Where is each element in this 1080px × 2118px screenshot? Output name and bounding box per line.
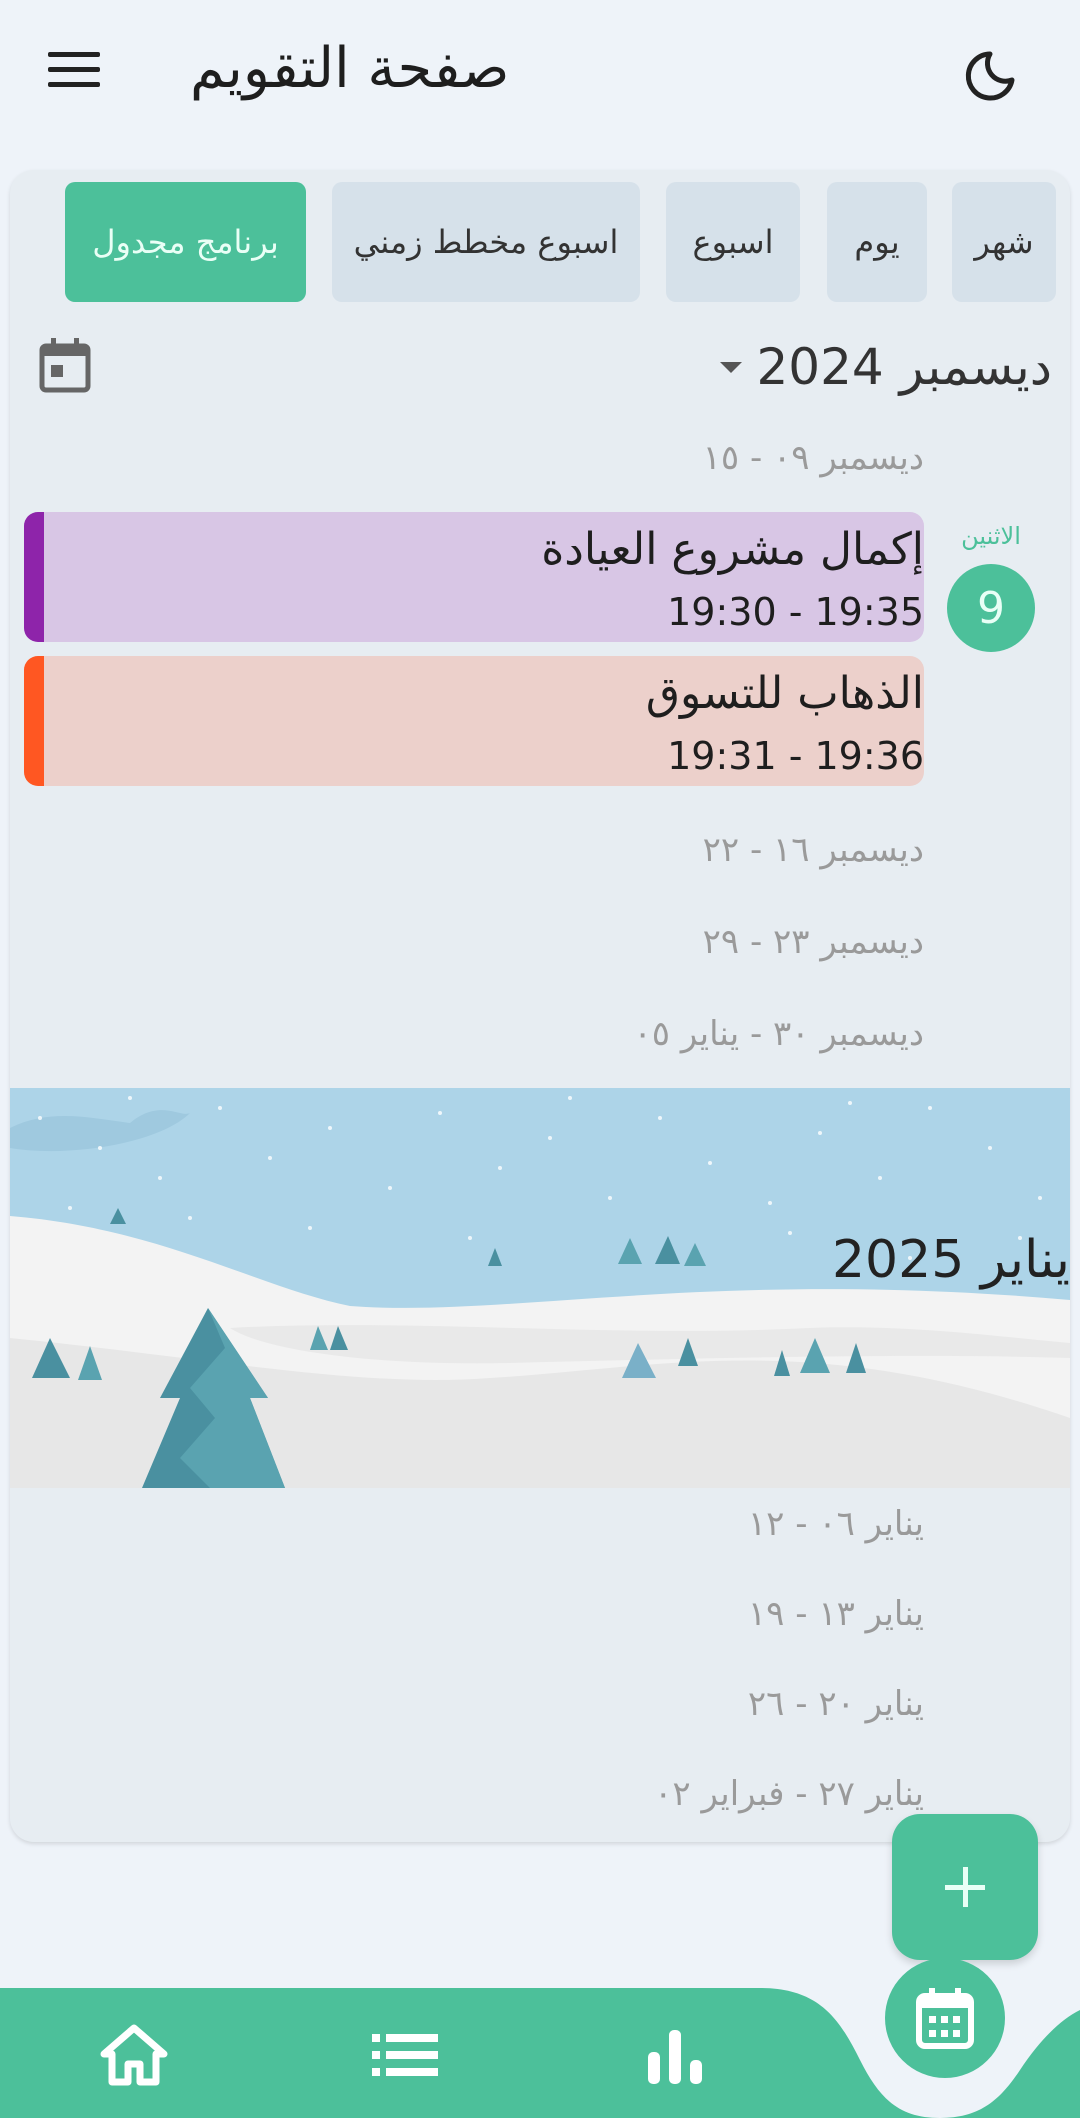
event-title: إكمال مشروع العيادة [541, 524, 924, 575]
event-card[interactable]: إكمال مشروع العيادة 19:30 - 19:35 [24, 512, 924, 642]
week-label: ديسمبر ١٦ - ٢٢ [702, 830, 924, 870]
tab-day[interactable]: يوم [827, 182, 927, 302]
list-icon[interactable] [372, 2032, 438, 2078]
tab-schedule[interactable]: برنامج مجدول [65, 182, 306, 302]
event-card[interactable]: الذهاب للتسوق 19:31 - 19:36 [24, 656, 924, 786]
today-calendar-icon[interactable] [38, 336, 92, 394]
app-bar: صفحة التقويم [0, 0, 1080, 150]
tab-week[interactable]: اسبوع [666, 182, 800, 302]
view-tabs: شهر يوم اسبوع اسبوع مخطط زمني برنامج مجد… [10, 182, 1070, 304]
week-label: يناير ٢٠ - ٢٦ [747, 1684, 924, 1724]
event-title: الذهاب للتسوق [645, 668, 924, 719]
calendar-card: شهر يوم اسبوع اسبوع مخطط زمني برنامج مجد… [10, 170, 1070, 1842]
event-time: 19:31 - 19:36 [667, 734, 924, 778]
week-label: يناير ٠٦ - ١٢ [747, 1504, 924, 1544]
day-name: الاثنين [961, 522, 1021, 550]
week-label: ديسمبر ٢٣ - ٢٩ [702, 922, 924, 962]
week-label: ديسمبر ٠٩ - ١٥ [702, 438, 924, 478]
tab-month[interactable]: شهر [952, 182, 1056, 302]
month-selector[interactable]: ديسمبر 2024 [10, 330, 1070, 410]
calendar-nav-button[interactable] [885, 1958, 1005, 2078]
week-label: ديسمبر ٣٠ - يناير ٠٥ [633, 1014, 924, 1054]
week-label: يناير ٢٧ - فبراير ٠٢ [654, 1774, 924, 1814]
event-time: 19:30 - 19:35 [667, 590, 924, 634]
month-title[interactable]: ديسمبر 2024 [712, 338, 1052, 396]
page-title: صفحة التقويم [190, 36, 510, 101]
day-number[interactable]: 9 [947, 564, 1035, 652]
month-label: ديسمبر 2024 [756, 338, 1052, 396]
week-label: يناير ١٣ - ١٩ [747, 1594, 924, 1634]
day-header[interactable]: الاثنين 9 [936, 522, 1046, 652]
banner-month-title: يناير 2025 [831, 1230, 1070, 1290]
tab-timeline-week[interactable]: اسبوع مخطط زمني [332, 182, 640, 302]
event-color-bar [24, 656, 44, 786]
menu-icon[interactable] [48, 52, 100, 92]
calendar-icon [916, 1988, 974, 2049]
event-color-bar [24, 512, 44, 642]
dark-mode-moon-icon[interactable] [960, 46, 1020, 106]
add-event-button[interactable] [892, 1814, 1038, 1960]
bar-chart-icon[interactable] [646, 2028, 704, 2084]
home-icon[interactable] [100, 2024, 168, 2086]
chevron-down-icon [720, 361, 743, 373]
